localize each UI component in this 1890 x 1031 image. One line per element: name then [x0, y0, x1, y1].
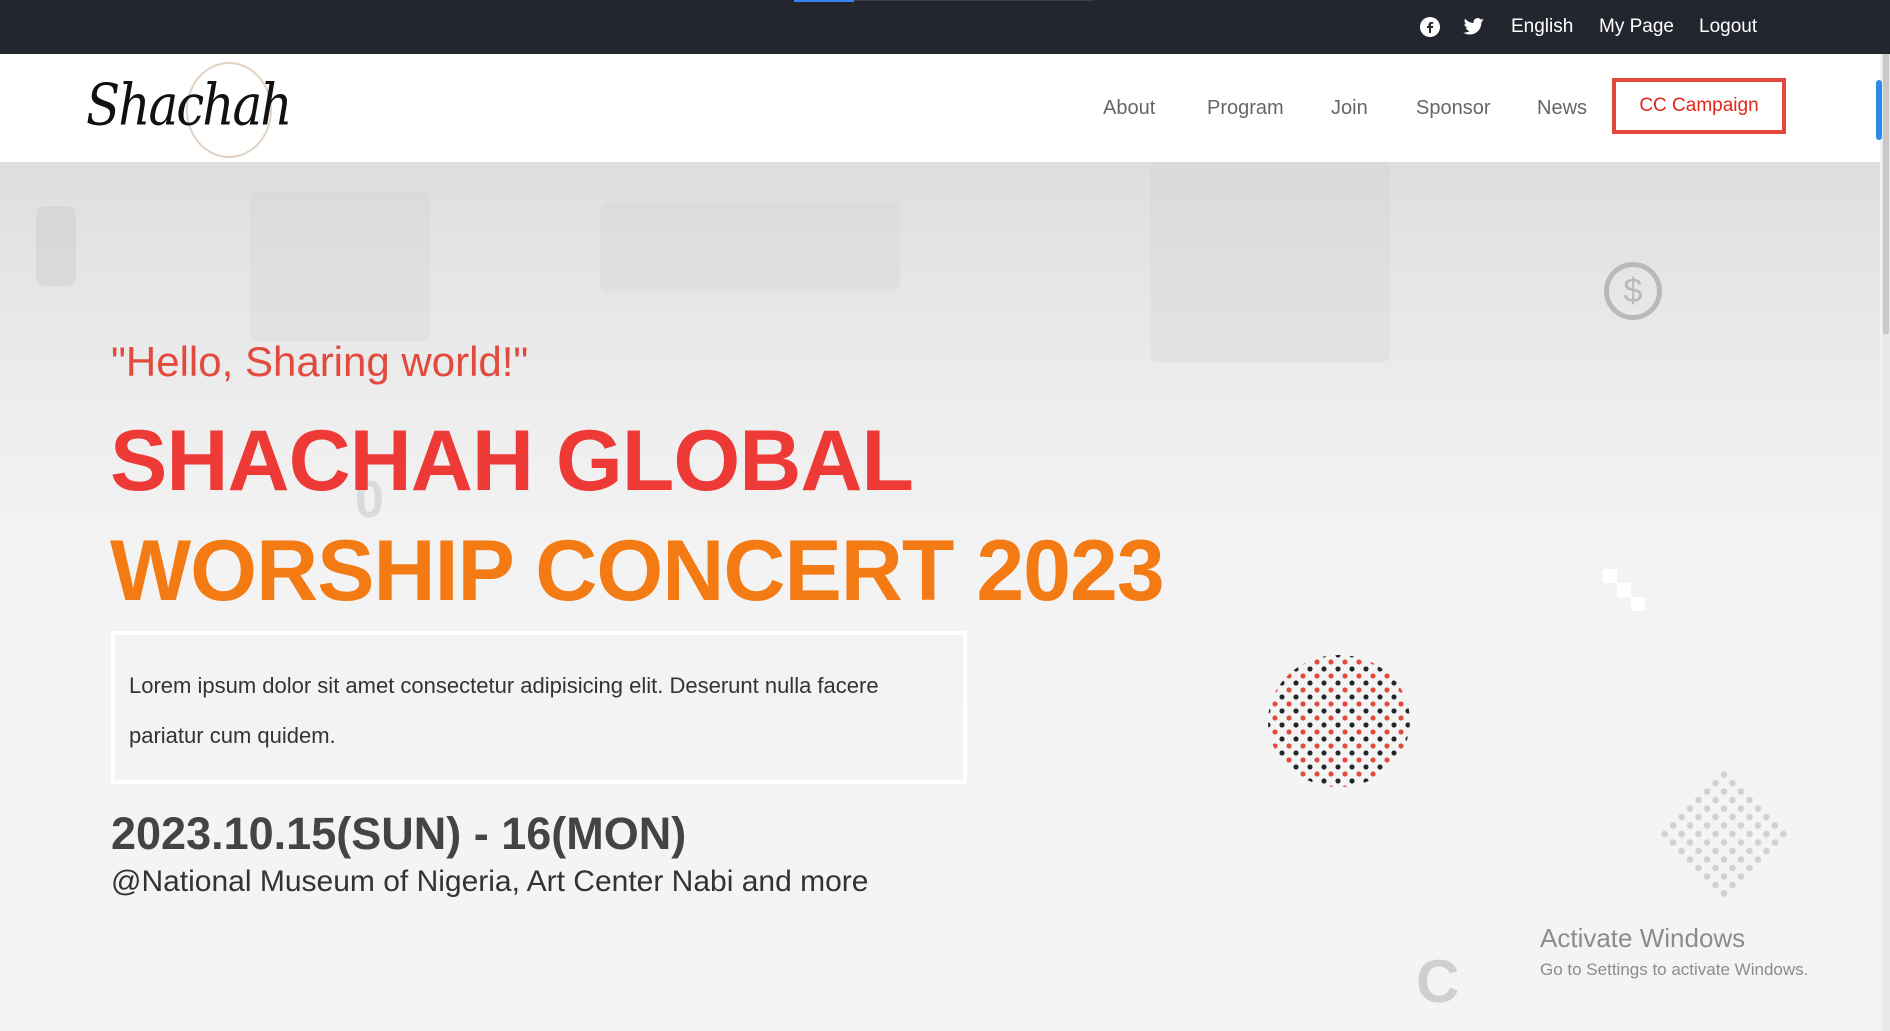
- my-page-link[interactable]: My Page: [1599, 0, 1674, 54]
- windows-activation-watermark: Activate Windows Go to Settings to activ…: [1540, 923, 1808, 980]
- nav-program[interactable]: Program: [1207, 54, 1284, 162]
- hero-title-line1: SHACHAH GLOBAL: [110, 413, 914, 509]
- tab-indicator: [794, 0, 854, 2]
- watermark-title: Activate Windows: [1540, 923, 1746, 953]
- page-scrollbar[interactable]: [1882, 54, 1890, 1031]
- background-decoration: [250, 192, 430, 342]
- twitter-icon[interactable]: [1463, 0, 1485, 54]
- nav-sponsor[interactable]: Sponsor: [1416, 54, 1491, 162]
- dotted-circle-decoration: [1268, 655, 1410, 787]
- hero-description-box: Lorem ipsum dolor sit amet consectetur a…: [111, 631, 967, 784]
- logo-text: Shachah: [86, 71, 292, 139]
- hero-description: Lorem ipsum dolor sit amet consectetur a…: [129, 673, 879, 748]
- hero-tagline: "Hello, Sharing world!": [111, 338, 529, 385]
- no-dollar-icon: $: [1604, 262, 1662, 320]
- background-decoration: [1150, 162, 1390, 362]
- watermark-subtitle: Go to Settings to activate Windows.: [1540, 960, 1809, 979]
- facebook-icon[interactable]: [1420, 0, 1440, 54]
- copyright-c-icon: C: [1416, 948, 1460, 1015]
- nav-join[interactable]: Join: [1331, 54, 1368, 162]
- pixel-decoration: [1603, 569, 1617, 583]
- event-date: 2023.10.15(SUN) - 16(MON): [111, 808, 687, 859]
- hero-title-line2: WORSHIP CONCERT 2023: [110, 523, 1165, 619]
- nav-news[interactable]: News: [1537, 54, 1587, 162]
- site-logo[interactable]: Shachah: [86, 60, 292, 160]
- nav-about[interactable]: About: [1103, 54, 1155, 162]
- pixel-decoration: [1617, 583, 1631, 597]
- event-venue: @National Museum of Nigeria, Art Center …: [111, 865, 869, 898]
- background-decoration: [36, 206, 76, 286]
- logout-link[interactable]: Logout: [1699, 0, 1757, 54]
- cc-campaign-button[interactable]: CC Campaign: [1612, 78, 1786, 134]
- tab-indicator-track: [854, 0, 1094, 1]
- language-selector[interactable]: English: [1511, 0, 1573, 54]
- main-header: Shachah: [0, 54, 1880, 162]
- scrollbar-thumb[interactable]: [1883, 54, 1889, 334]
- pixel-decoration: [1631, 597, 1645, 611]
- background-decoration: [600, 202, 900, 292]
